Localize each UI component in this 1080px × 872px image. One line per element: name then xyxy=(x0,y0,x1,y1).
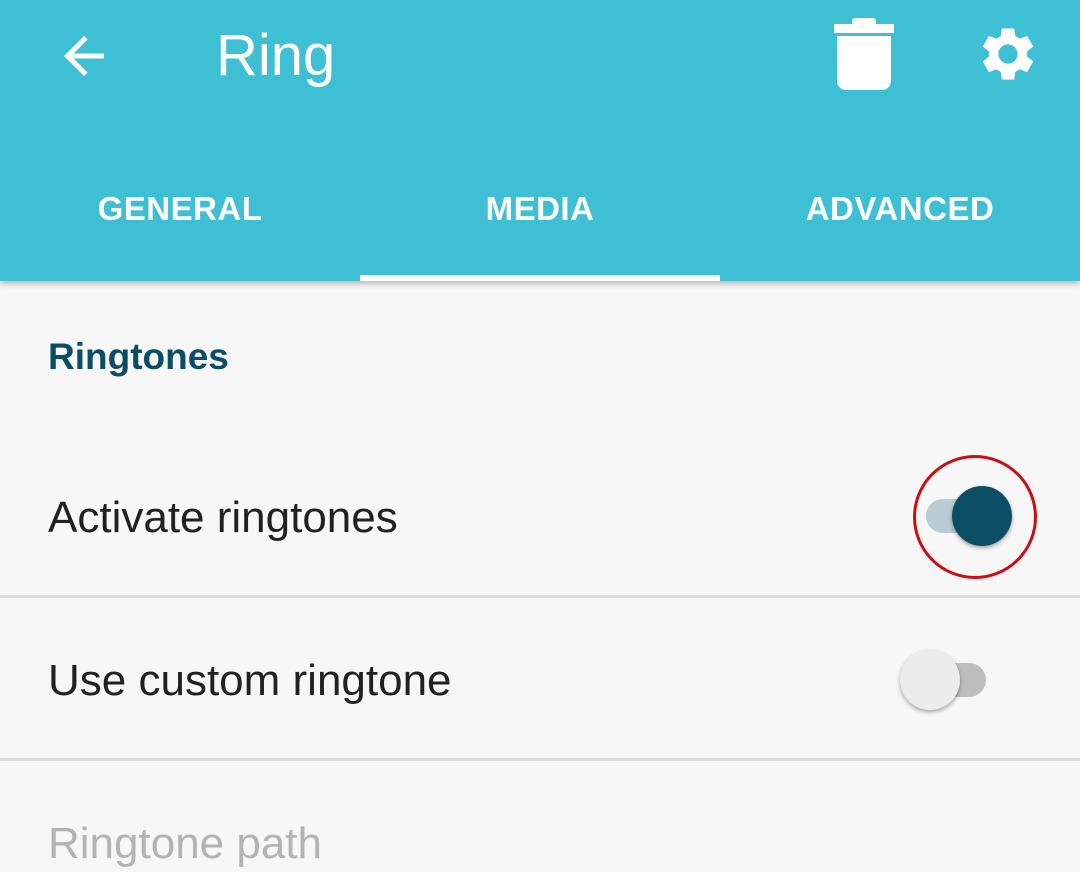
section-header-ringtones: Ringtones xyxy=(48,336,229,377)
activate-ringtones-switch[interactable] xyxy=(904,481,1024,551)
tab-bar: GENERAL MEDIA ADVANCED xyxy=(0,140,1080,281)
app-bar: Ring GENERAL MEDIA ADVANCED xyxy=(0,0,1080,281)
setting-ringtone-path: Ringtone path xyxy=(0,761,1080,868)
page-title: Ring xyxy=(216,23,336,88)
back-button[interactable] xyxy=(38,10,130,102)
tab-advanced-label: ADVANCED xyxy=(805,189,995,227)
settings-button[interactable] xyxy=(962,8,1054,100)
tab-general-label: GENERAL xyxy=(97,189,263,227)
switch-thumb xyxy=(900,650,960,710)
switch-thumb xyxy=(952,486,1012,546)
settings-list: Ringtones Activate ringtones Use custom … xyxy=(0,281,1080,868)
arrow-left-icon xyxy=(64,36,104,76)
tab-general[interactable]: GENERAL xyxy=(0,140,360,281)
use-custom-ringtone-switch[interactable] xyxy=(890,645,1010,715)
setting-activate-ringtones[interactable]: Activate ringtones xyxy=(0,435,1080,597)
trash-icon xyxy=(834,18,894,90)
gear-icon xyxy=(983,28,1033,80)
tab-selected-indicator xyxy=(360,275,720,281)
tab-media[interactable]: MEDIA xyxy=(360,140,720,281)
tab-media-label: MEDIA xyxy=(485,189,595,227)
setting-use-custom-ringtone[interactable]: Use custom ringtone xyxy=(0,598,1080,758)
activate-ringtones-label: Activate ringtones xyxy=(48,493,398,542)
delete-button[interactable] xyxy=(818,6,910,102)
tab-advanced[interactable]: ADVANCED xyxy=(720,140,1080,281)
use-custom-ringtone-label: Use custom ringtone xyxy=(48,656,452,705)
ringtone-path-label: Ringtone path xyxy=(48,819,322,868)
